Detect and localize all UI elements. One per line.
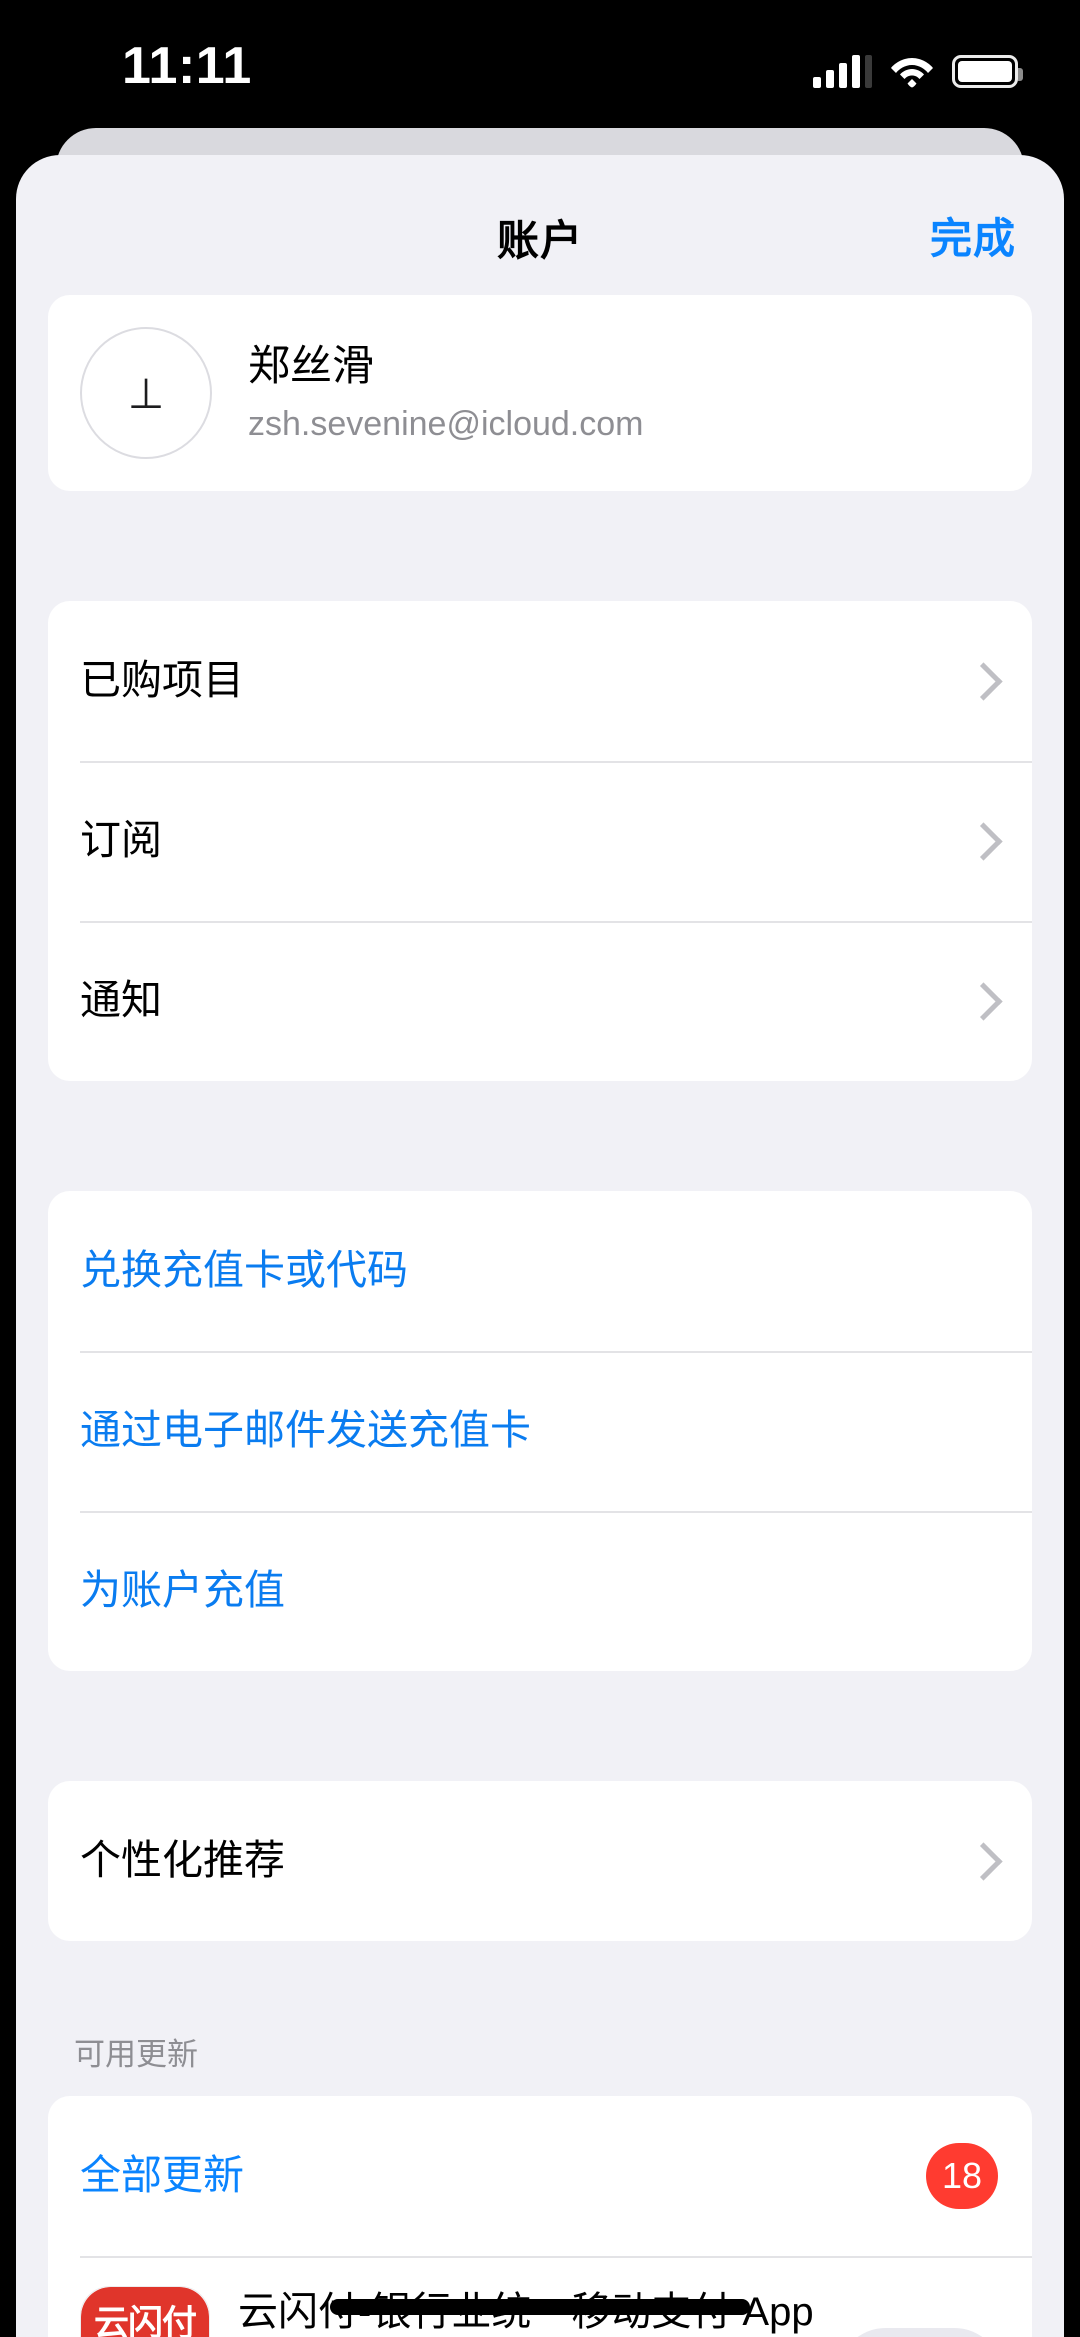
- link-send-gift-card-email[interactable]: 通过电子邮件发送充值卡: [48, 1351, 1032, 1511]
- update-button[interactable]: 更新: [837, 2328, 1002, 2337]
- status-bar-indicators: [813, 46, 1023, 88]
- account-menu-card: 已购项目 订阅 通知: [48, 601, 1032, 1081]
- app-update-row[interactable]: 云闪付 UnionPay 云闪付-银行业统一移动支付 App 2天前: [48, 2256, 1032, 2337]
- chevron-right-icon: [968, 822, 990, 860]
- menu-item-label: 订阅: [80, 817, 162, 864]
- avatar: ⊥: [80, 327, 212, 459]
- chevron-right-icon: [968, 982, 990, 1020]
- status-bar: 11:11: [0, 0, 1080, 132]
- unionpay-app-icon: 云闪付 UnionPay: [80, 2286, 210, 2337]
- profile-text: 郑丝滑 zsh.sevenine@icloud.com: [248, 341, 643, 444]
- menu-item-notifications[interactable]: 通知: [48, 921, 1032, 1081]
- page-title: 账户: [496, 217, 583, 264]
- menu-item-subscriptions[interactable]: 订阅: [48, 761, 1032, 921]
- menu-item-label: 通知: [80, 977, 162, 1024]
- wifi-icon: [890, 54, 934, 88]
- battery-icon: [952, 55, 1023, 88]
- gift-links-card: 兑换充值卡或代码 通过电子邮件发送充值卡 为账户充值: [48, 1191, 1032, 1671]
- link-redeem-gift-card[interactable]: 兑换充值卡或代码: [48, 1191, 1032, 1351]
- link-label: 兑换充值卡或代码: [80, 1247, 408, 1294]
- status-bar-time: 11:11: [122, 37, 252, 95]
- profile-name: 郑丝滑: [248, 342, 375, 390]
- profile-card[interactable]: ⊥ 郑丝滑 zsh.sevenine@icloud.com: [48, 295, 1032, 491]
- update-all-label: 全部更新: [80, 2152, 244, 2199]
- menu-item-label: 个性化推荐: [80, 1837, 285, 1884]
- profile-row[interactable]: ⊥ 郑丝滑 zsh.sevenine@icloud.com: [48, 295, 1032, 491]
- link-label: 为账户充值: [80, 1567, 285, 1614]
- update-all-row[interactable]: 全部更新 18: [48, 2096, 1032, 2256]
- link-label: 通过电子邮件发送充值卡: [80, 1407, 531, 1454]
- phone-screen: 11:11 账户 完成 ⊥ 郑丝滑 zsh.sevenine@icloud.co…: [0, 0, 1080, 2337]
- available-updates-header: 可用更新: [74, 2037, 198, 2072]
- signal-bars-icon: [813, 54, 872, 88]
- app-icon-text-cn: 云闪付: [93, 2303, 197, 2337]
- account-sheet: 账户 完成 ⊥ 郑丝滑 zsh.sevenine@icloud.com 已购项目: [16, 155, 1064, 2337]
- status-badge: 18: [925, 2143, 998, 2209]
- link-add-funds[interactable]: 为账户充值: [48, 1511, 1032, 1671]
- chevron-right-icon: [968, 662, 990, 700]
- home-indicator[interactable]: [330, 2299, 750, 2315]
- menu-item-personalized-recommendations[interactable]: 个性化推荐: [48, 1781, 1032, 1941]
- sheet-content: ⊥ 郑丝滑 zsh.sevenine@icloud.com 已购项目 订阅 通知…: [16, 295, 1064, 2337]
- chevron-right-icon: [968, 1842, 990, 1880]
- menu-item-purchased[interactable]: 已购项目: [48, 601, 1032, 761]
- menu-item-label: 已购项目: [80, 657, 244, 704]
- done-button[interactable]: 完成: [930, 205, 1016, 266]
- profile-email: zsh.sevenine@icloud.com: [248, 404, 644, 443]
- recommendations-card: 个性化推荐: [48, 1781, 1032, 1941]
- navigation-bar: 账户 完成: [16, 155, 1064, 295]
